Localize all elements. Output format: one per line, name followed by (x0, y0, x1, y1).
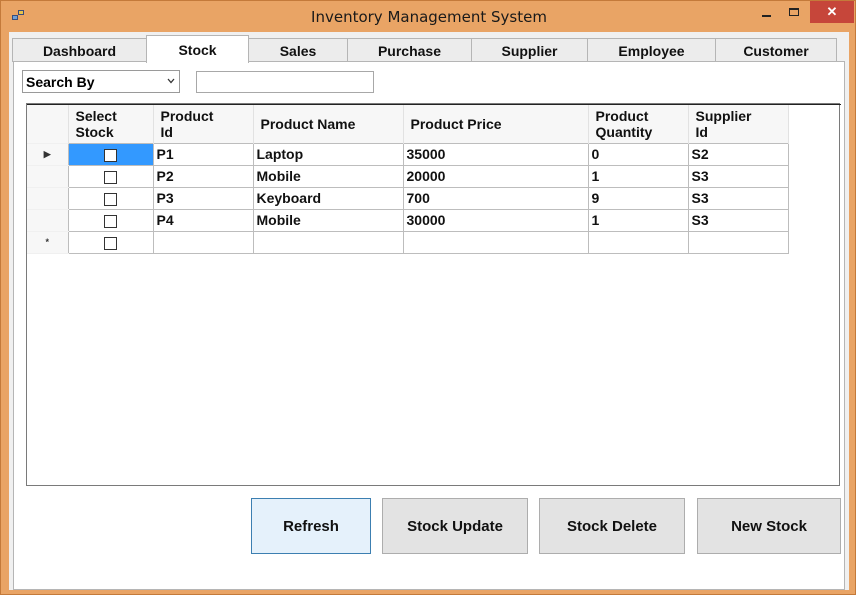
maximize-button[interactable] (780, 1, 808, 23)
row-header[interactable] (27, 208, 69, 232)
supplier-id-cell[interactable]: S3 (687, 208, 789, 232)
product-id-cell[interactable]: P1 (152, 142, 254, 166)
product-name-cell[interactable]: Keyboard (252, 186, 404, 210)
current-row-arrow-icon: ▶ (27, 142, 69, 166)
product-id-cell[interactable]: P4 (152, 208, 254, 232)
product-quantity-cell[interactable]: 9 (587, 186, 689, 210)
stock-update-button[interactable]: Stock Update (382, 498, 528, 554)
row-header-corner (27, 105, 69, 143)
col-product-name[interactable]: Product Name (253, 105, 404, 143)
col-supplier-id[interactable]: Supplier Id (688, 105, 789, 143)
checkbox[interactable] (104, 170, 117, 184)
table-row[interactable]: P4 Mobile 30000 1 S3 (27, 208, 789, 232)
product-quantity-cell[interactable]: 1 (587, 164, 689, 188)
select-stock-cell[interactable] (67, 186, 154, 210)
window-title: Inventory Management System (311, 8, 547, 26)
search-input[interactable] (196, 71, 374, 93)
close-button[interactable]: ✕ (810, 1, 854, 23)
new-stock-button[interactable]: New Stock (697, 498, 841, 554)
select-stock-cell[interactable] (67, 142, 154, 166)
tab-employee[interactable]: Employee (587, 38, 716, 62)
tab-sales[interactable]: Sales (248, 38, 348, 62)
checkbox[interactable] (104, 236, 117, 250)
stock-grid[interactable]: Select Stock Product Id Product Name Produ… (26, 103, 841, 486)
maximize-icon (789, 8, 799, 16)
product-price-cell[interactable] (402, 230, 589, 254)
table-row[interactable]: ▶ P1 Laptop 35000 0 S2 (27, 142, 789, 166)
product-name-cell[interactable]: Mobile (252, 164, 404, 188)
product-quantity-cell[interactable]: 1 (587, 208, 689, 232)
product-name-cell[interactable] (252, 230, 404, 254)
search-by-label: Search By (26, 73, 95, 90)
table-row[interactable]: P2 Mobile 20000 1 S3 (27, 164, 789, 188)
supplier-id-cell[interactable]: S3 (687, 186, 789, 210)
product-quantity-cell[interactable]: 0 (587, 142, 689, 166)
col-product-price[interactable]: Product Price (403, 105, 589, 143)
product-quantity-cell[interactable] (587, 230, 689, 254)
close-icon: ✕ (826, 4, 838, 19)
title-bar[interactable]: Inventory Management System ✕ (1, 1, 856, 31)
header-row: Select Stock Product Id Product Name Produ… (27, 105, 789, 143)
select-stock-cell[interactable] (67, 230, 154, 254)
select-stock-cell[interactable] (67, 164, 154, 188)
col-product-id[interactable]: Product Id (153, 105, 254, 143)
product-price-cell[interactable]: 35000 (402, 142, 589, 166)
minimize-icon (761, 14, 771, 17)
product-price-cell[interactable]: 700 (402, 186, 589, 210)
new-row[interactable]: * (27, 230, 789, 254)
product-price-cell[interactable]: 30000 (402, 208, 589, 232)
search-by-dropdown[interactable]: Search By (22, 70, 180, 93)
col-select-stock[interactable]: Select Stock (68, 105, 154, 143)
product-id-cell[interactable]: P2 (152, 164, 254, 188)
tab-customer[interactable]: Customer (715, 38, 837, 62)
tab-purchase[interactable]: Purchase (347, 38, 472, 62)
row-header[interactable] (27, 164, 69, 188)
new-row-marker: * (27, 230, 69, 254)
product-name-cell[interactable]: Laptop (252, 142, 404, 166)
minimize-button[interactable] (752, 1, 780, 23)
table-row[interactable]: P3 Keyboard 700 9 S3 (27, 186, 789, 210)
product-id-cell[interactable] (152, 230, 254, 254)
row-header[interactable] (27, 186, 69, 210)
refresh-button[interactable]: Refresh (251, 498, 371, 554)
checkbox[interactable] (104, 192, 117, 206)
col-product-quantity[interactable]: Product Quantity (588, 105, 689, 143)
checkbox[interactable] (104, 148, 117, 162)
product-name-cell[interactable]: Mobile (252, 208, 404, 232)
product-id-cell[interactable]: P3 (152, 186, 254, 210)
supplier-id-cell[interactable]: S2 (687, 142, 789, 166)
product-price-cell[interactable]: 20000 (402, 164, 589, 188)
tab-stock[interactable]: Stock (146, 35, 249, 63)
checkbox[interactable] (104, 214, 117, 228)
supplier-id-cell[interactable]: S3 (687, 164, 789, 188)
client-area: Dashboard Stock Sales Purchase Supplier … (9, 32, 849, 590)
app-window: Inventory Management System ✕ Dashboard … (0, 0, 856, 595)
stock-table: Select Stock Product Id Product Name Produ… (27, 105, 789, 254)
chevron-down-icon (167, 78, 175, 84)
tab-supplier[interactable]: Supplier (471, 38, 588, 62)
tab-dashboard[interactable]: Dashboard (12, 38, 147, 62)
stock-delete-button[interactable]: Stock Delete (539, 498, 685, 554)
supplier-id-cell[interactable] (687, 230, 789, 254)
select-stock-cell[interactable] (67, 208, 154, 232)
